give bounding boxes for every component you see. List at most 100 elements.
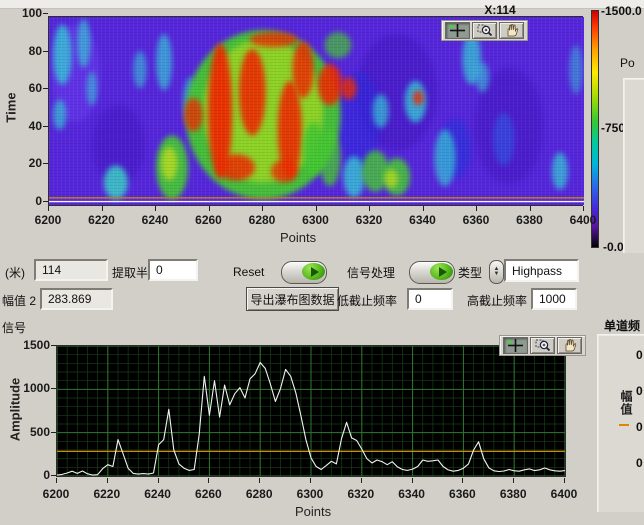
clipped-vertical-ylabel: 幅值 [618,390,635,416]
bottom-graph-palette [499,335,586,356]
spectrogram-cursor-line [49,201,584,202]
bottom-x-tick-mark [158,478,159,483]
reset-button[interactable] [281,261,327,284]
clipped-tick-zero: 0 [636,348,643,362]
bottom-x-tick-label: 6280 [246,487,273,501]
top-x-tick-mark [583,206,584,211]
bottom-y-tick-label: 1500 [0,338,50,352]
top-y-tick-label: 60 [0,81,42,95]
top-x-tick-label: 6380 [516,213,543,227]
bottom-y-tick-mark [51,432,56,433]
crosshair-tool-button[interactable] [445,22,470,39]
bottom-x-tick-mark [361,478,362,483]
high-cutoff-value: 1000 [539,292,566,306]
bottom-x-tick-mark [462,478,463,483]
bottom-x-tick-mark [56,478,57,483]
top-y-tick-mark [43,13,48,14]
signal-process-led-icon [430,263,453,280]
bottom-y-tick-label: 0 [0,468,50,482]
bottom-x-tick-label: 6220 [93,487,120,501]
top-x-tick-label: 6320 [356,213,383,227]
bottom-chart-title: 信号 [2,319,26,336]
half-width-input[interactable]: 0 [148,259,198,281]
top-y-tick-mark [43,201,48,202]
top-x-tick-label: 6220 [88,213,115,227]
top-x-tick-mark [316,206,317,211]
high-cutoff-input[interactable]: 1000 [531,288,577,310]
type-label: 类型 [458,264,482,281]
right-edge-panel-top [623,78,644,253]
bottom-x-tick-mark [412,478,413,483]
top-x-tick-mark [476,206,477,211]
bottom-x-tick-mark [564,478,565,483]
reset-label: Reset [233,265,264,279]
low-cutoff-input[interactable]: 0 [407,288,453,310]
top-y-tick-label: 0 [0,194,42,208]
top-y-tick-mark [43,88,48,89]
cursor-readout: X:114 [470,3,530,17]
bottom-x-tick-mark [208,478,209,483]
low-cutoff-label: 低截止频率 [337,292,397,309]
app-window: X:114 Time Points [0,0,644,525]
spectrogram-cursor-line [49,197,584,198]
top-x-tick-mark [209,206,210,211]
top-x-axis-title: Points [280,230,316,245]
clipped-tick-zero: 0 [636,456,643,470]
top-x-tick-label: 6300 [302,213,329,227]
pan-tool-button[interactable] [557,337,582,354]
bottom-x-tick-label: 6320 [347,487,374,501]
top-x-tick-mark [530,206,531,211]
high-cutoff-label: 高截止频率 [467,292,527,309]
amp2-value-field: 283.869 [40,288,113,310]
bottom-y-tick-label: 1000 [0,381,50,395]
top-x-tick-label: 6400 [570,213,597,227]
pan-tool-button[interactable] [499,22,524,39]
crosshair-tool-button[interactable] [503,337,528,354]
zoom-tool-button[interactable] [530,337,555,354]
top-y-tick-label: 40 [0,119,42,133]
signal-process-button[interactable] [409,261,455,284]
window-top-strip [0,0,644,9]
signal-process-label: 信号处理 [347,264,395,281]
spectrogram-plot[interactable] [48,16,583,206]
bottom-x-tick-mark [107,478,108,483]
amp2-value: 283.869 [48,292,91,306]
meter-value: 114 [42,263,61,277]
reset-led-icon [302,263,325,280]
active-dot [508,340,511,343]
filter-type-select[interactable]: Highpass [504,259,579,282]
top-graph-palette [441,20,528,41]
export-waterfall-label: 导出瀑布图数据 [250,291,334,308]
half-width-value: 0 [156,263,163,277]
bottom-x-tick-label: 6360 [449,487,476,501]
export-waterfall-button[interactable]: 导出瀑布图数据 [246,287,339,311]
top-x-tick-mark [423,206,424,211]
top-y-tick-label: 80 [0,44,42,58]
bottom-x-tick-mark [310,478,311,483]
top-y-tick-label: 20 [0,156,42,170]
amp2-label: 幅值 2 [2,292,36,309]
zoom-tool-button[interactable] [472,22,497,39]
filter-type-value: Highpass [512,264,562,278]
top-x-tick-label: 6360 [463,213,490,227]
signal-plot[interactable] [56,345,566,477]
bottom-x-tick-label: 6400 [551,487,578,501]
meter-value-field[interactable]: 114 [34,259,108,281]
top-x-tick-label: 6240 [142,213,169,227]
bottom-y-tick-mark [51,475,56,476]
clipped-side-label: Po [620,56,635,70]
colorbar-max-label: -1500.0 [601,4,642,18]
bottom-y-tick-label: 500 [0,425,50,439]
top-y-tick-mark [43,126,48,127]
bottom-x-tick-label: 6200 [43,487,70,501]
type-spinner[interactable]: ▲ ▼ [489,260,504,284]
top-x-tick-mark [155,206,156,211]
bottom-x-tick-label: 6260 [195,487,222,501]
spinner-down-icon: ▼ [494,272,500,277]
bottom-x-tick-label: 6240 [144,487,171,501]
top-y-tick-mark [43,51,48,52]
active-dot [450,25,453,28]
clipped-tick-zero: 0 [636,420,643,434]
bottom-x-axis-title: Points [295,504,331,519]
bottom-x-tick-label: 6300 [297,487,324,501]
